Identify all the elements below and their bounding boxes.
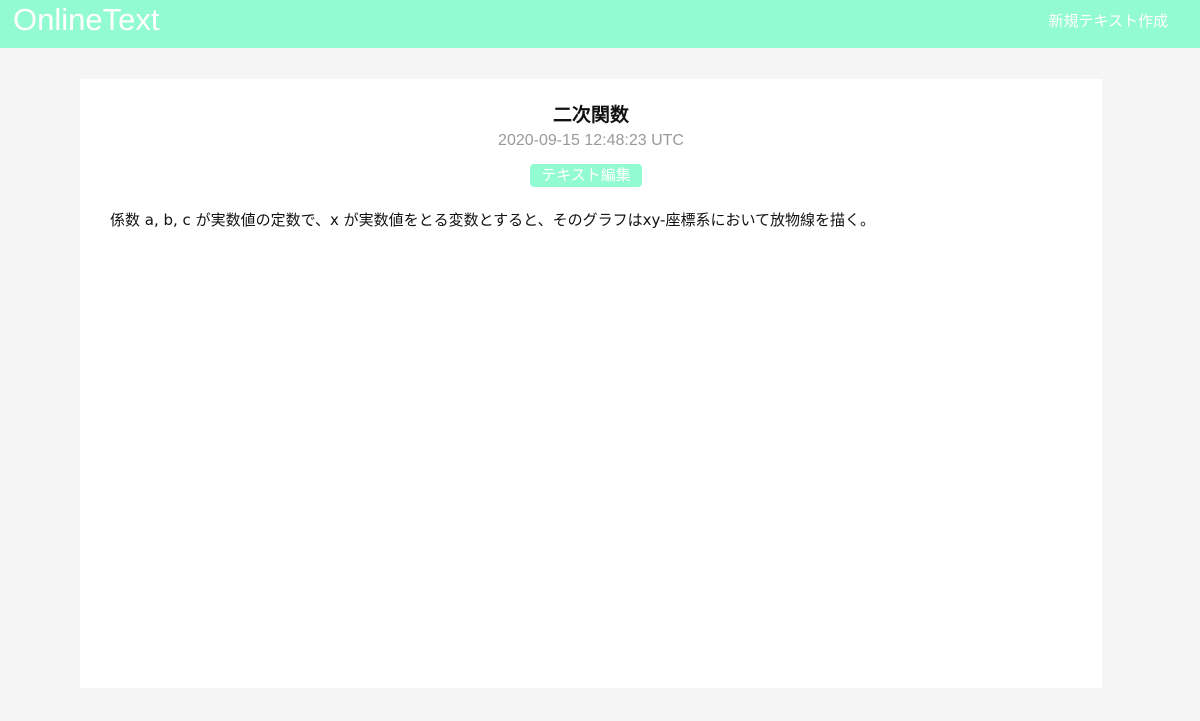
document-title: 二次関数 <box>552 104 629 126</box>
brand-logo-link[interactable]: OnlineText <box>13 3 159 37</box>
top-header: OnlineText 新規テキスト作成 <box>0 0 1200 48</box>
edit-text-button[interactable]: テキスト編集 <box>530 164 642 187</box>
document-timestamp: 2020-09-15 12:48:23 UTC <box>498 132 684 149</box>
edit-button-container: テキスト編集 <box>0 164 1172 187</box>
new-text-link[interactable]: 新規テキスト作成 <box>1048 11 1168 31</box>
document-body: 係数 a, b, c が実数値の定数で、x が実数値をとる変数とすると、そのグラ… <box>110 211 876 229</box>
